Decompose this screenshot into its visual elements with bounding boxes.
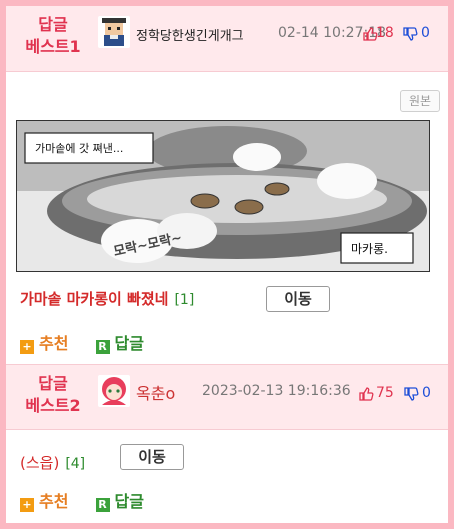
move-button[interactable]: 이동 xyxy=(266,286,330,312)
best-label-line2: 베스트1 xyxy=(25,37,81,56)
plus-icon: + xyxy=(20,340,34,354)
avatar[interactable] xyxy=(98,375,130,407)
nickname[interactable]: 옥춘o xyxy=(136,380,175,404)
reply-label: 답글 xyxy=(114,492,144,511)
reply-title-text[interactable]: (스읍) xyxy=(20,454,59,472)
best-label: 답글 베스트1 xyxy=(16,14,90,58)
thumbs-up-icon[interactable] xyxy=(358,386,374,402)
timestamp: 2023-02-13 19:16:36 xyxy=(202,383,351,399)
reply-actions: + 추천 R 답글 xyxy=(20,330,166,354)
reply-label: 답글 xyxy=(114,334,144,353)
recommend-button[interactable]: + 추천 xyxy=(20,488,68,512)
thumbs-down-icon[interactable] xyxy=(402,26,418,42)
recommend-label: 추천 xyxy=(39,492,69,511)
comic-image[interactable]: 가마솥에 갓 쪄낸... 모락~모락~ 마카롱. xyxy=(16,120,430,272)
up-count: 18 xyxy=(376,25,394,41)
comment-count: [4] xyxy=(65,456,86,472)
up-count: 75 xyxy=(376,385,394,401)
down-count: 0 xyxy=(421,25,430,41)
best-reply-1: 답글 베스트1 정학당한생긴게개그 02-14 10:27:18 18 0 원본 xyxy=(6,6,448,354)
reply-header: 답글 베스트2 옥춘o 2023-02-13 19:16:36 75 0 xyxy=(6,364,448,430)
plus-icon: + xyxy=(20,498,34,512)
reply-title-text[interactable]: 가마솥 마카롱이 빠졌네 xyxy=(20,290,168,308)
avatar[interactable] xyxy=(98,16,130,48)
thumbs-down-icon[interactable] xyxy=(403,386,419,402)
reply-header: 답글 베스트1 정학당한생긴게개그 02-14 10:27:18 18 0 xyxy=(6,6,448,72)
best-reply-2: 답글 베스트2 옥춘o 2023-02-13 19:16:36 75 0 (스읍… xyxy=(6,364,448,512)
best-label-line2: 베스트2 xyxy=(25,396,81,415)
down-count: 0 xyxy=(422,385,431,401)
best-label-line1: 답글 xyxy=(38,374,68,393)
best-label: 답글 베스트2 xyxy=(16,373,90,417)
nickname[interactable]: 정학당한생긴게개그 xyxy=(136,25,244,44)
reply-actions: + 추천 R 답글 xyxy=(20,488,166,512)
reply-icon: R xyxy=(95,340,110,354)
original-image-button[interactable]: 원본 xyxy=(400,90,440,112)
move-button[interactable]: 이동 xyxy=(120,444,184,470)
comic-bubble-right: 마카롱. xyxy=(351,242,388,256)
comic-bubble-top: 가마솥에 갓 쪄낸... xyxy=(35,142,123,155)
recommend-label: 추천 xyxy=(39,334,69,353)
reply-icon: R xyxy=(95,498,110,512)
best-label-line1: 답글 xyxy=(38,15,68,34)
reply-title[interactable]: 가마솥 마카롱이 빠졌네 [1] xyxy=(20,288,194,312)
reply-button[interactable]: R 답글 xyxy=(95,488,144,512)
comment-count: [1] xyxy=(174,292,195,308)
recommend-button[interactable]: + 추천 xyxy=(20,330,68,354)
reply-title[interactable]: (스읍) [4] xyxy=(20,452,85,476)
reply-button[interactable]: R 답글 xyxy=(95,330,144,354)
